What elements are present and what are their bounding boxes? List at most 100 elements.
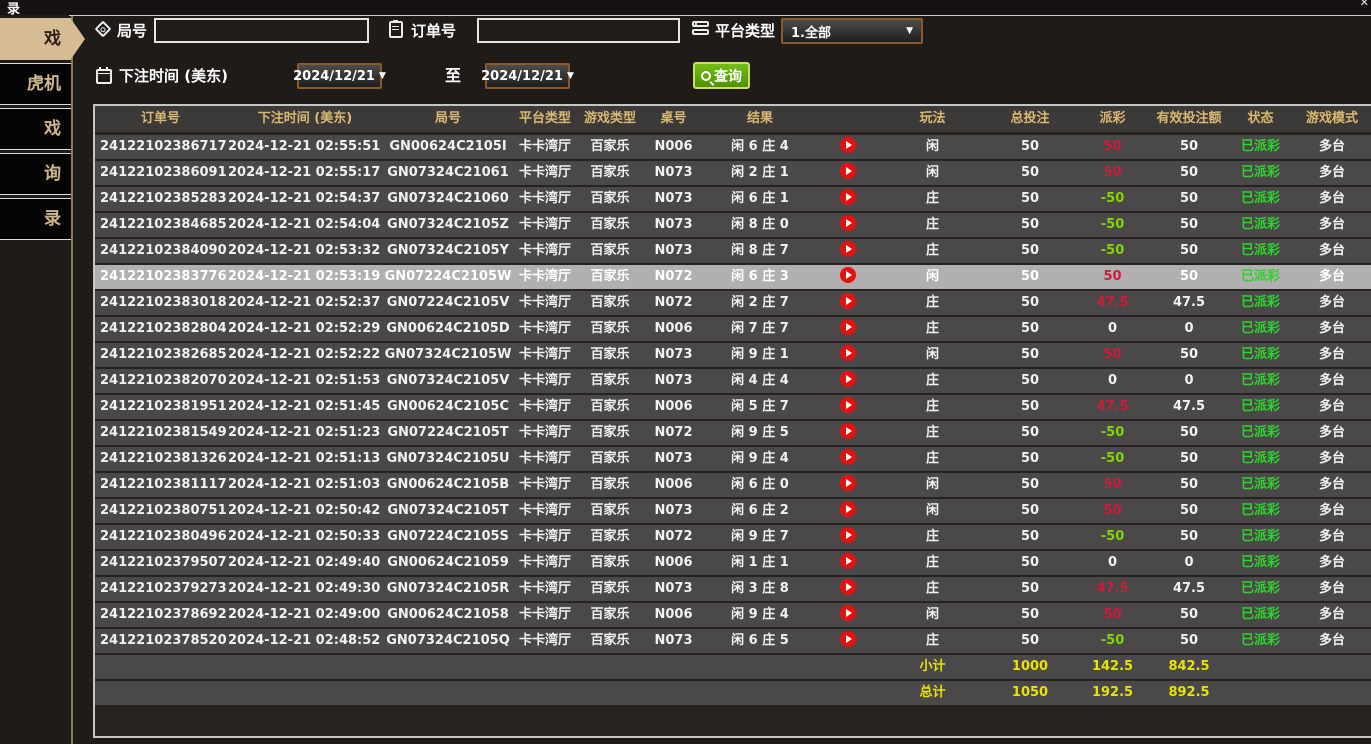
table-header-row: 订单号下注时间 (美东)局号平台类型游戏类型桌号结果玩法总投注派彩有效投注额状态… [95, 106, 1371, 132]
cell-time: 2024-12-21 02:49:40 [226, 551, 384, 575]
table-row[interactable]: 2412210238268512024-12-21 02:52:22GN0732… [95, 343, 1371, 367]
cell-round: GN07324C2105Y [384, 239, 512, 263]
cell-valid: 50 [1150, 421, 1228, 445]
cell-round: GN00624C2105I [384, 135, 512, 159]
cell-play [815, 629, 880, 653]
cell-status: 已派彩 [1228, 603, 1293, 627]
cell-game: 百家乐 [578, 317, 642, 341]
cell-bet: 50 [985, 317, 1075, 341]
play-video-button[interactable] [840, 449, 856, 465]
chevron-down-icon: ▼ [906, 26, 913, 36]
cell-game: 百家乐 [578, 187, 642, 211]
table-row[interactable]: 2412210238280442024-12-21 02:52:29GN0062… [95, 317, 1371, 341]
cell-result: 闲 2 庄 7 [705, 291, 815, 315]
table-row[interactable]: 2412210238154922024-12-21 02:51:23GN0722… [95, 421, 1371, 445]
cell-payout: 50 [1075, 603, 1150, 627]
date-to-select[interactable]: 2024/12/21 ▼ [485, 63, 570, 89]
table-row[interactable]: 2412210238049642024-12-21 02:50:33GN0722… [95, 525, 1371, 549]
cell-payout: -50 [1075, 187, 1150, 211]
date-from-select[interactable]: 2024/12/21 ▼ [297, 63, 382, 89]
table-row[interactable]: 2412210238528332024-12-21 02:54:37GN0732… [95, 187, 1371, 211]
cell-time: 2024-12-21 02:54:04 [226, 213, 384, 237]
total-label: 总计 [880, 681, 985, 705]
total-value: 142.5 [1075, 655, 1150, 679]
table-row[interactable]: 2412210238609152024-12-21 02:55:17GN0732… [95, 161, 1371, 185]
total-value [512, 655, 578, 679]
play-video-button[interactable] [840, 475, 856, 491]
grand-total-row: 总计1050192.5892.5 [95, 681, 1371, 705]
order-input[interactable] [477, 18, 680, 43]
table-row[interactable]: 2412210238377652024-12-21 02:53:19GN0722… [95, 265, 1371, 289]
table-row[interactable]: 2412210238671772024-12-21 02:55:51GN0062… [95, 135, 1371, 159]
sidebar-item-4[interactable]: 录 [0, 198, 71, 240]
sidebar-item-0[interactable]: 戏 [0, 18, 71, 60]
table-row[interactable]: 2412210237869282024-12-21 02:49:00GN0062… [95, 603, 1371, 627]
close-icon[interactable]: ✕ [1360, 0, 1369, 9]
round-input[interactable] [154, 18, 369, 43]
cell-mode: 多台 [1293, 317, 1371, 341]
play-video-button[interactable] [840, 189, 856, 205]
table-row[interactable]: 2412210238409012024-12-21 02:53:32GN0732… [95, 239, 1371, 263]
play-video-button[interactable] [840, 137, 856, 153]
cell-payout: 47.5 [1075, 291, 1150, 315]
cell-valid: 50 [1150, 213, 1228, 237]
cell-time: 2024-12-21 02:54:37 [226, 187, 384, 211]
column-header: 订单号 [95, 106, 226, 132]
play-video-button[interactable] [840, 631, 856, 647]
cell-order: 241221023815492 [95, 421, 226, 445]
play-video-button[interactable] [840, 553, 856, 569]
play-video-button[interactable] [840, 215, 856, 231]
play-video-button[interactable] [840, 579, 856, 595]
platform-select[interactable]: 1.全部 ▼ [781, 18, 923, 44]
table-row[interactable]: 2412210238207052024-12-21 02:51:53GN0732… [95, 369, 1371, 393]
cell-valid: 50 [1150, 239, 1228, 263]
cell-platform: 卡卡湾厅 [512, 551, 578, 575]
cell-valid: 50 [1150, 629, 1228, 653]
column-header: 状态 [1228, 106, 1293, 132]
sidebar-item-2[interactable]: 戏 [0, 108, 71, 150]
table-row[interactable]: 2412210238468592024-12-21 02:54:04GN0732… [95, 213, 1371, 237]
play-video-button[interactable] [840, 319, 856, 335]
play-video-button[interactable] [840, 527, 856, 543]
play-video-button[interactable] [840, 293, 856, 309]
table-row[interactable]: 2412210238195162024-12-21 02:51:45GN0062… [95, 395, 1371, 419]
query-button[interactable]: 查询 [693, 62, 750, 89]
play-video-button[interactable] [840, 345, 856, 361]
table-row[interactable]: 2412210237927342024-12-21 02:49:30GN0732… [95, 577, 1371, 601]
play-video-button[interactable] [840, 501, 856, 517]
cell-game: 百家乐 [578, 551, 642, 575]
cell-result: 闲 5 庄 7 [705, 395, 815, 419]
cell-round: GN07324C2105W [384, 343, 512, 367]
cell-order: 241221023840901 [95, 239, 226, 263]
table-row[interactable]: 2412210238301862024-12-21 02:52:37GN0722… [95, 291, 1371, 315]
table-row[interactable]: 2412210238111742024-12-21 02:51:03GN0062… [95, 473, 1371, 497]
cell-result: 闲 6 庄 1 [705, 187, 815, 211]
cell-bet: 50 [985, 629, 1075, 653]
total-value [512, 681, 578, 705]
play-video-button[interactable] [840, 397, 856, 413]
play-video-button[interactable] [840, 241, 856, 257]
platform-select-value: 1.全部 [791, 22, 831, 41]
sidebar-item-3[interactable]: 询 [0, 153, 71, 195]
play-video-button[interactable] [840, 267, 856, 283]
cell-result: 闲 9 庄 4 [705, 447, 815, 471]
platform-icon [692, 21, 709, 27]
table-row[interactable]: 2412210237950752024-12-21 02:49:40GN0062… [95, 551, 1371, 575]
total-value: 892.5 [1150, 681, 1228, 705]
play-video-button[interactable] [840, 371, 856, 387]
cell-order: 241221023785208 [95, 629, 226, 653]
play-video-button[interactable] [840, 163, 856, 179]
cell-mode: 多台 [1293, 369, 1371, 393]
cell-play [815, 525, 880, 549]
table-row[interactable]: 2412210238075172024-12-21 02:50:42GN0732… [95, 499, 1371, 523]
sidebar-item-1[interactable]: 虎机 [0, 63, 71, 105]
table-row[interactable]: 2412210237852082024-12-21 02:48:52GN0732… [95, 629, 1371, 653]
cell-payout: 0 [1075, 551, 1150, 575]
play-video-button[interactable] [840, 605, 856, 621]
table-row[interactable]: 2412210238132632024-12-21 02:51:13GN0732… [95, 447, 1371, 471]
search-icon [701, 71, 711, 81]
cell-bet: 50 [985, 239, 1075, 263]
cell-valid: 50 [1150, 603, 1228, 627]
cell-play [815, 213, 880, 237]
play-video-button[interactable] [840, 423, 856, 439]
